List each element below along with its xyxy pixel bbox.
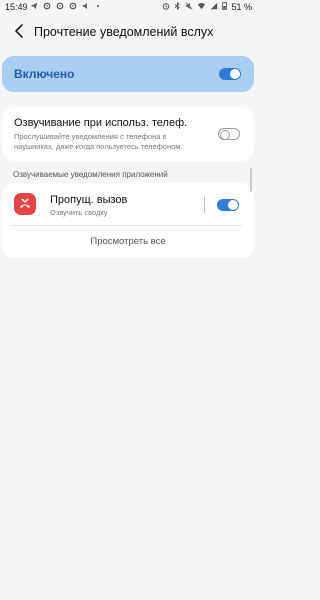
divider: [204, 197, 205, 213]
notification-icons: [30, 2, 101, 12]
system-icons: 51 %: [162, 1, 252, 12]
page-title: Прочтение уведомлений вслух: [34, 25, 214, 39]
divider: [12, 225, 242, 226]
master-switch-card[interactable]: Включено: [2, 56, 254, 92]
battery-level: 51 %: [231, 2, 252, 12]
back-button[interactable]: [8, 22, 30, 44]
phone-use-description: Прослушивайте уведомления с телефона в н…: [14, 132, 183, 151]
telegram-icon: [30, 2, 38, 12]
mute-icon: [185, 2, 193, 12]
alarm-icon: [162, 2, 170, 12]
settings-icon: [43, 2, 51, 12]
app-name[interactable]: Пропущ. вызов: [50, 194, 127, 206]
back-arrow-icon: [14, 23, 24, 43]
toggle-knob: [220, 129, 230, 140]
sound-icon: [82, 2, 90, 12]
battery-icon: [222, 2, 228, 12]
app-subtitle: Озвучить сводку: [50, 208, 108, 217]
signal-icon: [210, 2, 218, 12]
app-header: Прочтение уведомлений вслух: [0, 18, 256, 48]
status-bar: 15:49 51 %: [0, 0, 256, 16]
toggle-knob: [228, 200, 238, 210]
dot-icon: [95, 2, 101, 12]
gear-icon: [56, 2, 64, 12]
phone-use-setting[interactable]: Озвучивание при использ. телеф. Прослуши…: [2, 107, 254, 161]
master-toggle[interactable]: [219, 68, 241, 80]
apps-section-header: Озвучиваемые уведомления приложений: [13, 170, 168, 179]
phone-use-toggle[interactable]: [218, 128, 240, 140]
toggle-knob: [230, 69, 240, 79]
gear-icon: [69, 2, 77, 12]
phone-use-title: Озвучивание при использ. телеф.: [14, 117, 188, 129]
bluetooth-icon: [174, 1, 181, 12]
view-all-button[interactable]: Просмотреть все: [2, 236, 254, 247]
missed-call-icon: [14, 193, 36, 215]
status-time: 15:49: [5, 2, 28, 12]
master-switch-label: Включено: [14, 67, 75, 81]
scrollbar[interactable]: [250, 168, 252, 192]
app-toggle[interactable]: [217, 199, 239, 211]
wifi-icon: [197, 2, 206, 12]
apps-card: Пропущ. вызов Озвучить сводку Просмотрет…: [2, 183, 254, 258]
